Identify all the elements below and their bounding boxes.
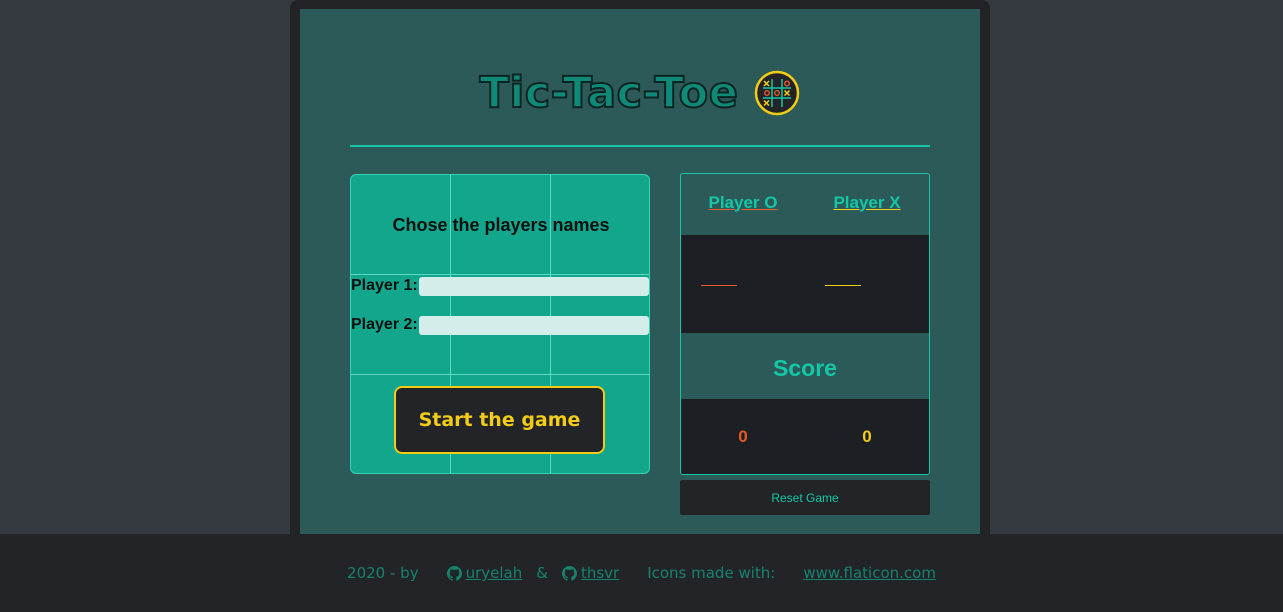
footer-credit: 2020 - by <box>347 564 419 582</box>
tic-tac-toe-logo-icon <box>755 70 800 116</box>
header: Tic-Tac-Toe <box>300 63 980 123</box>
game-panel: Tic-Tac-Toe Chose the players names Play… <box>300 9 980 534</box>
scoreboard: Player O Player X Score 0 0 <box>680 173 930 475</box>
score-title: Score <box>773 355 837 381</box>
player-setup-board: Chose the players names Player 1: Player… <box>350 174 650 474</box>
footer-ampersand: & <box>536 564 548 582</box>
author-uryelah-label: uryelah <box>465 564 523 582</box>
player-x-score: 0 <box>862 426 872 446</box>
github-icon <box>446 565 462 581</box>
start-game-button[interactable]: Start the game <box>394 386 605 454</box>
player-x-heading[interactable]: Player X <box>805 193 929 217</box>
setup-heading: Chose the players names <box>392 215 610 235</box>
author-thsvr-link[interactable]: thsvr <box>561 564 620 582</box>
author-uryelah-link[interactable]: uryelah <box>446 564 523 582</box>
player-o-name <box>701 285 737 286</box>
players-header: Player O Player X <box>681 174 929 235</box>
player2-row: Player 2: <box>351 315 649 335</box>
player-names-band <box>681 235 929 333</box>
header-divider <box>350 145 930 147</box>
footer: 2020 - by uryelah & thsvr Icons made wit… <box>0 534 1283 612</box>
player1-label: Player 1: <box>351 277 418 294</box>
github-icon <box>561 565 577 581</box>
player-o-score: 0 <box>738 426 748 446</box>
score-band: 0 0 <box>681 399 929 474</box>
player2-label: Player 2: <box>351 316 418 333</box>
author-thsvr-label: thsvr <box>580 564 620 582</box>
player1-row: Player 1: <box>351 276 649 296</box>
player-x-name <box>825 285 861 286</box>
board-gridline <box>351 274 649 275</box>
board-gridline <box>351 374 649 375</box>
icons-credit-text: Icons made with: <box>647 564 776 582</box>
player1-name-input[interactable] <box>419 276 649 296</box>
player2-name-input[interactable] <box>419 315 649 335</box>
flaticon-link[interactable]: www.flaticon.com <box>803 564 936 582</box>
page-title: Tic-Tac-Toe <box>479 67 739 119</box>
reset-game-button[interactable]: Reset Game <box>680 480 930 515</box>
player-o-heading[interactable]: Player O <box>681 193 805 217</box>
